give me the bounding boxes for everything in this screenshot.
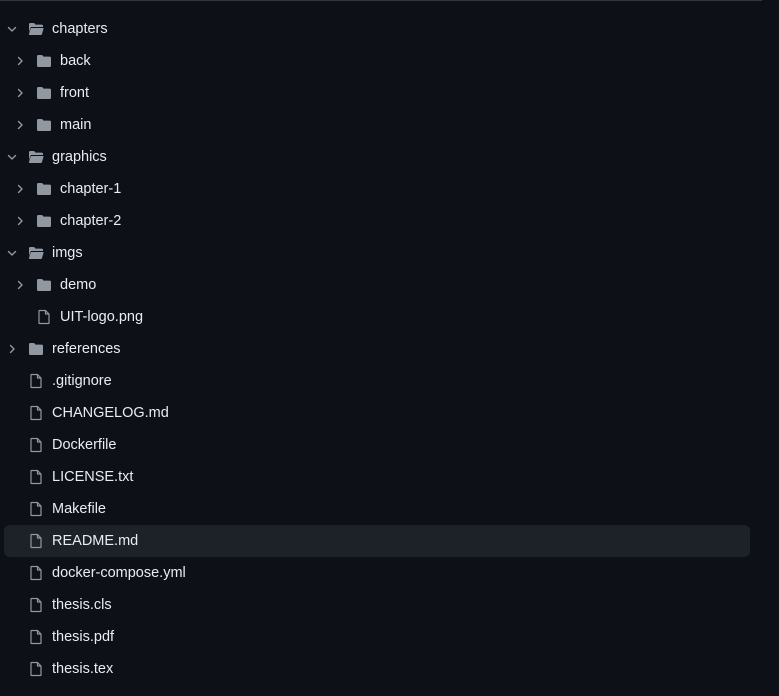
tree-file-row[interactable]: thesis.cls [0, 589, 779, 621]
tree-file-row[interactable]: docker-compose.yml [0, 557, 779, 589]
tree-folder-row[interactable]: chapter-2 [0, 205, 779, 237]
file-icon [28, 373, 44, 389]
file-icon [28, 661, 44, 677]
folder-name: chapters [52, 21, 108, 37]
chevron-right-icon[interactable] [6, 343, 18, 355]
file-icon [28, 597, 44, 613]
tree-folder-row[interactable]: imgs [0, 237, 779, 269]
top-divider [0, 0, 762, 1]
chevron-right-icon[interactable] [14, 87, 26, 99]
tree-file-row[interactable]: README.md [0, 525, 779, 557]
tree-file-row[interactable]: thesis.tex [0, 653, 779, 685]
chevron-right-icon[interactable] [14, 55, 26, 67]
file-name: UIT-logo.png [60, 309, 144, 325]
file-icon [28, 437, 44, 453]
file-name: Makefile [52, 501, 106, 517]
folder-open-icon [28, 149, 44, 165]
file-name: LICENSE.txt [52, 469, 134, 485]
file-name: thesis.cls [52, 597, 112, 613]
tree-file-row[interactable]: Makefile [0, 493, 779, 525]
file-name: docker-compose.yml [52, 565, 186, 581]
chevron-right-icon[interactable] [14, 183, 26, 195]
tree-folder-row[interactable]: demo [0, 269, 779, 301]
folder-open-icon [28, 245, 44, 261]
folder-icon [36, 85, 52, 101]
chevron-down-icon[interactable] [6, 247, 18, 259]
folder-name: demo [60, 277, 97, 293]
tree-folder-row[interactable]: main [0, 109, 779, 141]
tree-folder-row[interactable]: references [0, 333, 779, 365]
file-icon [28, 629, 44, 645]
folder-name: imgs [52, 245, 83, 261]
chevron-right-icon[interactable] [14, 279, 26, 291]
file-icon [36, 309, 52, 325]
folder-name: graphics [52, 149, 107, 165]
folder-open-icon [28, 21, 44, 37]
tree-file-row[interactable]: UIT-logo.png [0, 301, 779, 333]
chevron-right-icon[interactable] [14, 215, 26, 227]
file-name: thesis.tex [52, 661, 114, 677]
tree-file-row[interactable]: LICENSE.txt [0, 461, 779, 493]
tree-folder-row[interactable]: front [0, 77, 779, 109]
tree-file-row[interactable]: thesis.pdf [0, 621, 779, 653]
file-icon [28, 533, 44, 549]
tree-folder-row[interactable]: back [0, 45, 779, 77]
file-icon [28, 565, 44, 581]
tree-folder-row[interactable]: chapters [0, 13, 779, 45]
file-name: .gitignore [52, 373, 112, 389]
tree-file-row[interactable]: CHANGELOG.md [0, 397, 779, 429]
chevron-right-icon[interactable] [14, 119, 26, 131]
chevron-down-icon[interactable] [6, 151, 18, 163]
file-name: Dockerfile [52, 437, 117, 453]
folder-icon [36, 277, 52, 293]
chevron-down-icon[interactable] [6, 23, 18, 35]
tree-file-row[interactable]: .gitignore [0, 365, 779, 397]
folder-icon [28, 341, 44, 357]
file-name: README.md [52, 533, 139, 549]
folder-name: main [60, 117, 92, 133]
folder-name: chapter-2 [60, 213, 122, 229]
tree-file-row[interactable]: Dockerfile [0, 429, 779, 461]
file-icon [28, 469, 44, 485]
tree-folder-row[interactable]: chapter-1 [0, 173, 779, 205]
file-tree: chapters back front main graphics chapter-1 ch… [0, 13, 779, 685]
folder-name: references [52, 341, 121, 357]
tree-folder-row[interactable]: graphics [0, 141, 779, 173]
file-name: thesis.pdf [52, 629, 115, 645]
folder-name: front [60, 85, 90, 101]
file-name: CHANGELOG.md [52, 405, 169, 421]
folder-icon [36, 213, 52, 229]
folder-icon [36, 117, 52, 133]
file-icon [28, 501, 44, 517]
folder-name: back [60, 53, 91, 69]
folder-name: chapter-1 [60, 181, 122, 197]
file-icon [28, 405, 44, 421]
folder-icon [36, 53, 52, 69]
folder-icon [36, 181, 52, 197]
